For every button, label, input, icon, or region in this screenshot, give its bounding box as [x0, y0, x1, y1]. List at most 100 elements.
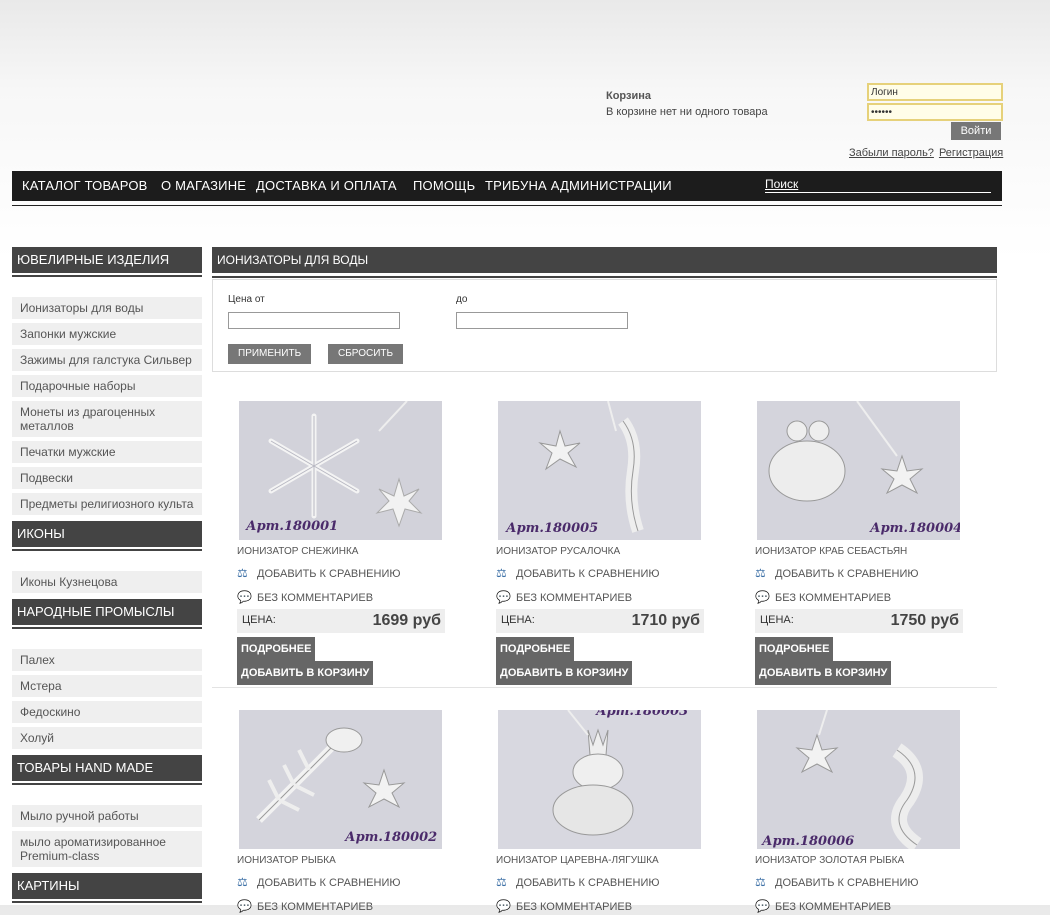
add-to-compare-link[interactable]: ⚖ ДОБАВИТЬ К СРАВНЕНИЮ [237, 874, 447, 890]
product-card: Арт.180005 ИОНИЗАТОР РУСАЛОЧКА ⚖ ДОБАВИТЬ… [496, 401, 706, 685]
add-to-cart-button[interactable]: ДОБАВИТЬ В КОРЗИНУ [496, 661, 633, 685]
add-to-compare-link[interactable]: ⚖ ДОБАВИТЬ К СРАВНЕНИЮ [496, 874, 706, 890]
comment-icon: 💬 [237, 899, 252, 913]
cart-title: Корзина [606, 90, 651, 102]
details-button[interactable]: ПОДРОБНЕЕ [237, 637, 316, 661]
sidebar-section-hand-made[interactable]: ТОВАРЫ HAND MADE [12, 755, 202, 783]
comments-link[interactable]: 💬 БЕЗ КОММЕНТАРИЕВ [237, 589, 447, 605]
sidebar-section-paintings[interactable]: КАРТИНЫ [12, 873, 202, 901]
add-to-cart-button[interactable]: ДОБАВИТЬ В КОРЗИНУ [237, 661, 374, 685]
add-to-cart-button[interactable]: ДОБАВИТЬ В КОРЗИНУ [755, 661, 892, 685]
add-to-compare-link[interactable]: ⚖ ДОБАВИТЬ К СРАВНЕНИЮ [237, 565, 447, 581]
nav-item-admin-tribune[interactable]: ТРИБУНА АДМИНИСТРАЦИИ [485, 178, 672, 193]
product-article: Арт.180002 [345, 830, 438, 845]
add-to-compare-link[interactable]: ⚖ ДОБАВИТЬ К СРАВНЕНИЮ [755, 874, 965, 890]
sidebar-item-kuznetsov-icons[interactable]: Иконы Кузнецова [12, 571, 202, 593]
fish-bone-pendant-image [239, 710, 442, 849]
price-label: ЦЕНА: [242, 614, 276, 626]
add-to-compare-label: ДОБАВИТЬ К СРАВНЕНИЮ [257, 568, 401, 580]
register-link[interactable]: Регистрация [939, 147, 1003, 159]
product-card: Арт.180002 ИОНИЗАТОР РЫБКА ⚖ ДОБАВИТЬ К С… [237, 710, 447, 914]
apply-filter-button[interactable]: ПРИМЕНИТЬ [228, 344, 312, 364]
product-actions: ПОДРОБНЕЕ ДОБАВИТЬ В КОРЗИНУ [755, 637, 965, 685]
product-image[interactable]: Арт.180003 [498, 710, 701, 849]
sidebar: ЮВЕЛИРНЫЕ ИЗДЕЛИЯ Ионизаторы для воды За… [12, 247, 202, 901]
mermaid-pendant-image [498, 401, 701, 540]
product-image[interactable]: Арт.180006 [757, 710, 960, 849]
comment-icon: 💬 [496, 590, 511, 604]
sidebar-item-fedoskino[interactable]: Федоскино [12, 701, 202, 723]
product-name[interactable]: ИОНИЗАТОР СНЕЖИНКА [237, 546, 447, 557]
sidebar-item-pendants[interactable]: Подвески [12, 467, 202, 489]
nav-divider [12, 205, 1002, 206]
frog-princess-pendant-image [498, 710, 701, 849]
price-value: 1699 руб [372, 612, 441, 629]
comment-icon: 💬 [755, 590, 770, 604]
sidebar-item-tie-clips[interactable]: Зажимы для галстука Сильвер [12, 349, 202, 371]
sidebar-item-mstera[interactable]: Мстера [12, 675, 202, 697]
product-card: Арт.180003 ИОНИЗАТОР ЦАРЕВНА-ЛЯГУШКА ⚖ ДО… [496, 710, 706, 914]
nav-item-catalog[interactable]: КАТАЛОГ ТОВАРОВ [22, 178, 148, 193]
crab-pendant-image [757, 401, 960, 540]
sidebar-item-ionizers[interactable]: Ионизаторы для воды [12, 297, 202, 319]
login-button[interactable]: Войти [951, 122, 1001, 140]
price-value: 1710 руб [631, 612, 700, 629]
product-image[interactable]: Арт.180004 [757, 401, 960, 540]
comments-link[interactable]: 💬 БЕЗ КОММЕНТАРИЕВ [237, 898, 447, 914]
add-to-compare-link[interactable]: ⚖ ДОБАВИТЬ К СРАВНЕНИЮ [496, 565, 706, 581]
scales-icon: ⚖ [755, 875, 766, 889]
price-label: ЦЕНА: [501, 614, 535, 626]
price-value: 1750 руб [890, 612, 959, 629]
product-name[interactable]: ИОНИЗАТОР КРАБ СЕБАСТЬЯН [755, 546, 965, 557]
search-input[interactable]: Поиск [765, 177, 991, 193]
product-image[interactable]: Арт.180002 [239, 710, 442, 849]
sidebar-section-jewelry[interactable]: ЮВЕЛИРНЫЕ ИЗДЕЛИЯ [12, 247, 202, 275]
product-name[interactable]: ИОНИЗАТОР ЗОЛОТАЯ РЫБКА [755, 855, 965, 866]
product-article: Арт.180001 [246, 519, 339, 534]
add-to-compare-label: ДОБАВИТЬ К СРАВНЕНИЮ [775, 877, 919, 889]
forgot-password-link[interactable]: Забыли пароль? [849, 147, 934, 159]
sidebar-item-cufflinks[interactable]: Запонки мужские [12, 323, 202, 345]
sidebar-item-religious[interactable]: Предметы религиозного культа [12, 493, 202, 515]
nav-item-about[interactable]: О МАГАЗИНЕ [161, 178, 246, 193]
comments-link[interactable]: 💬 БЕЗ КОММЕНТАРИЕВ [496, 589, 706, 605]
product-name[interactable]: ИОНИЗАТОР РУСАЛОЧКА [496, 546, 706, 557]
price-to-label: до [456, 294, 468, 305]
scales-icon: ⚖ [496, 875, 507, 889]
reset-filter-button[interactable]: СБРОСИТЬ [328, 344, 404, 364]
sidebar-item-palekh[interactable]: Палех [12, 649, 202, 671]
sidebar-section-folk-crafts[interactable]: НАРОДНЫЕ ПРОМЫСЛЫ [12, 599, 202, 627]
scales-icon: ⚖ [496, 566, 507, 580]
password-input[interactable] [867, 103, 1003, 121]
sidebar-item-signets[interactable]: Печатки мужские [12, 441, 202, 463]
login-input[interactable] [867, 83, 1003, 101]
add-to-compare-link[interactable]: ⚖ ДОБАВИТЬ К СРАВНЕНИЮ [755, 565, 965, 581]
comments-link[interactable]: 💬 БЕЗ КОММЕНТАРИЕВ [755, 589, 965, 605]
comments-link[interactable]: 💬 БЕЗ КОММЕНТАРИЕВ [755, 898, 965, 914]
product-article: Арт.180006 [762, 834, 855, 849]
product-image[interactable]: Арт.180001 [239, 401, 442, 540]
sidebar-item-premium-soap[interactable]: мыло ароматизированное Premium-class [12, 831, 202, 867]
comments-label: БЕЗ КОММЕНТАРИЕВ [257, 901, 374, 913]
sidebar-item-coins[interactable]: Монеты из драгоценных металлов [12, 401, 202, 437]
comments-label: БЕЗ КОММЕНТАРИЕВ [516, 901, 633, 913]
sidebar-item-handmade-soap[interactable]: Мыло ручной работы [12, 805, 202, 827]
sidebar-section-icons[interactable]: ИКОНЫ [12, 521, 202, 549]
page-title: ИОНИЗАТОРЫ ДЛЯ ВОДЫ [212, 247, 997, 273]
price-from-input[interactable] [228, 312, 400, 329]
nav-item-help[interactable]: ПОМОЩЬ [413, 178, 475, 193]
product-image[interactable]: Арт.180005 [498, 401, 701, 540]
comments-label: БЕЗ КОММЕНТАРИЕВ [257, 592, 374, 604]
sidebar-item-kholui[interactable]: Холуй [12, 727, 202, 749]
product-name[interactable]: ИОНИЗАТОР РЫБКА [237, 855, 447, 866]
price-to-input[interactable] [456, 312, 628, 329]
product-name[interactable]: ИОНИЗАТОР ЦАРЕВНА-ЛЯГУШКА [496, 855, 706, 866]
product-article: Арт.180003 [596, 710, 689, 719]
comments-label: БЕЗ КОММЕНТАРИЕВ [516, 592, 633, 604]
comments-link[interactable]: 💬 БЕЗ КОММЕНТАРИЕВ [496, 898, 706, 914]
nav-item-delivery[interactable]: ДОСТАВКА И ОПЛАТА [256, 178, 397, 193]
details-button[interactable]: ПОДРОБНЕЕ [496, 637, 575, 661]
details-button[interactable]: ПОДРОБНЕЕ [755, 637, 834, 661]
price-box: ЦЕНА: 1710 руб [496, 609, 704, 633]
sidebar-item-gift-sets[interactable]: Подарочные наборы [12, 375, 202, 397]
